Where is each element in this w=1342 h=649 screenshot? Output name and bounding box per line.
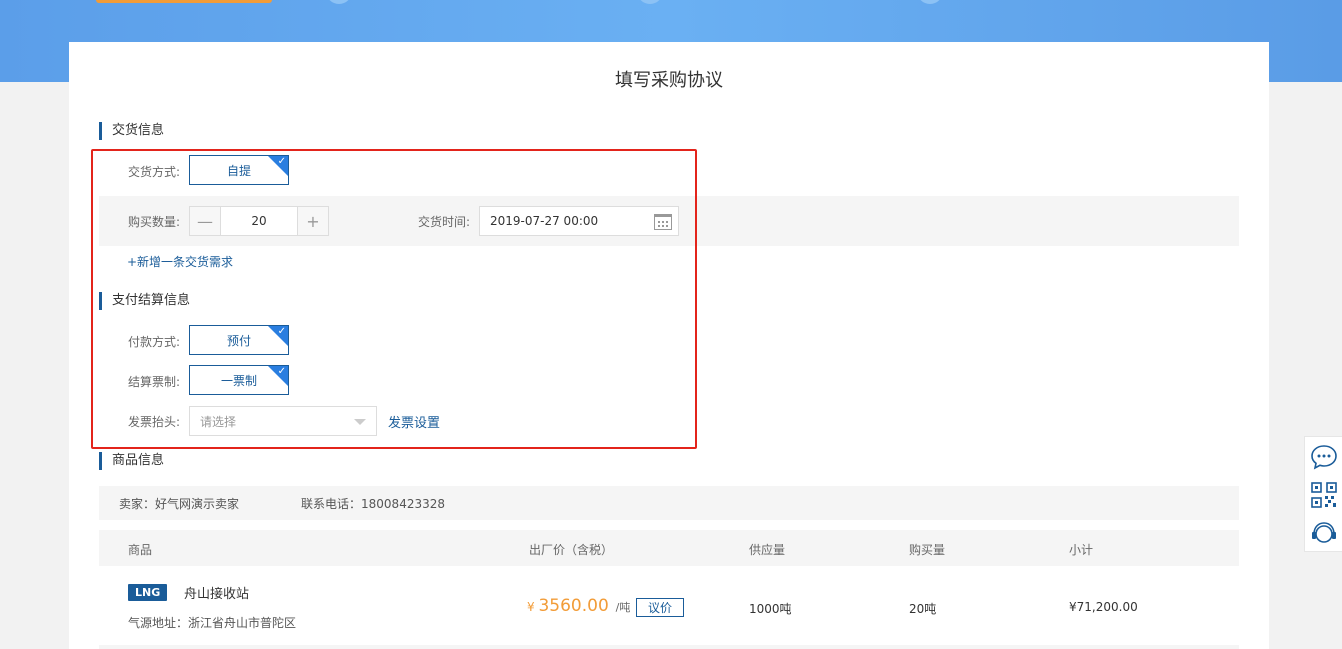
goods-section-title: 商品信息 bbox=[99, 452, 164, 470]
agreement-card: 填写采购协议 交货信息 交货方式: 自提 ✓ 购买数量: — 20 + 交货时间… bbox=[69, 42, 1269, 649]
negotiate-button[interactable]: 议价 bbox=[636, 598, 684, 617]
product-price: ¥ 3560.00 /吨 bbox=[527, 596, 630, 616]
product-name[interactable]: 舟山接收站 bbox=[184, 583, 249, 602]
seller-name: 卖家：好气网演示卖家 bbox=[119, 496, 240, 511]
chat-bubble-icon[interactable] bbox=[1310, 443, 1338, 471]
column-header-supply: 供应量 bbox=[749, 543, 786, 557]
column-header-purchase: 购买量 bbox=[909, 543, 946, 557]
subtotal-amount: ¥71,200.00 bbox=[1069, 600, 1138, 614]
step-dot bbox=[917, 0, 943, 4]
seller-phone: 联系电话：18008423328 bbox=[301, 496, 445, 511]
qr-code-icon[interactable] bbox=[1310, 481, 1338, 509]
product-origin: 气源地址：浙江省舟山市普陀区 bbox=[128, 616, 297, 630]
purchase-amount: 20吨 bbox=[909, 602, 937, 616]
side-toolbar bbox=[1304, 436, 1342, 552]
supply-amount: 1000吨 bbox=[749, 602, 792, 616]
seller-info-row: 卖家：好气网演示卖家 联系电话：18008423328 bbox=[99, 486, 1239, 520]
page-title: 填写采购协议 bbox=[615, 70, 723, 91]
active-step-indicator bbox=[96, 0, 272, 3]
table-row: LNG 舟山接收站 气源地址：浙江省舟山市普陀区 ¥ 3560.00 /吨 议价… bbox=[99, 568, 1239, 644]
column-header-price: 出厂价（含税） bbox=[529, 543, 614, 557]
price-value: 3560.00 bbox=[538, 596, 609, 616]
price-currency: ¥ bbox=[527, 600, 535, 614]
divider bbox=[99, 645, 1239, 649]
customer-service-icon[interactable] bbox=[1310, 519, 1338, 547]
column-header-product: 商品 bbox=[128, 543, 153, 557]
product-type-badge: LNG bbox=[128, 584, 168, 601]
highlight-box bbox=[91, 149, 697, 449]
column-header-subtotal: 小计 bbox=[1069, 543, 1094, 557]
step-dot bbox=[326, 0, 352, 4]
goods-table-header: 商品 出厂价（含税） 供应量 购买量 小计 bbox=[99, 530, 1239, 566]
step-dot bbox=[637, 0, 663, 4]
price-unit: /吨 bbox=[615, 601, 631, 614]
delivery-section-title: 交货信息 bbox=[99, 122, 164, 140]
